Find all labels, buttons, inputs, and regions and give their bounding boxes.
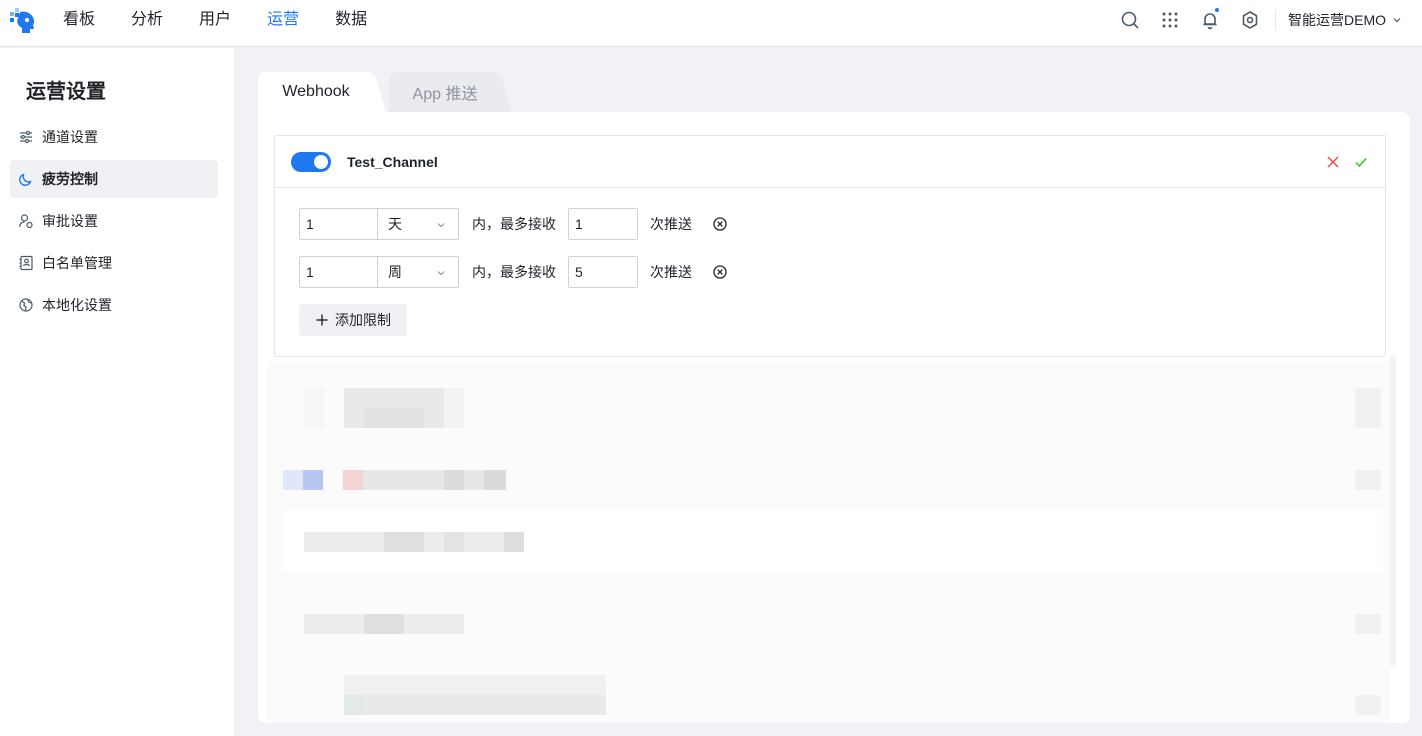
- settings-icon[interactable]: [1230, 0, 1270, 40]
- contact-list-icon: [18, 255, 34, 271]
- channel-card: Test_Channel 天 内，最多接收 次推送: [274, 135, 1386, 357]
- rule-middle-text: 内，最多接收: [472, 216, 556, 232]
- sidebar-item-fatigue-control[interactable]: 疲劳控制: [10, 160, 218, 198]
- confirm-button[interactable]: [1353, 154, 1369, 170]
- sidebar-item-localization[interactable]: 本地化设置: [10, 286, 218, 324]
- user-check-icon: [18, 213, 34, 229]
- count-input[interactable]: [568, 208, 638, 240]
- channel-card-header: Test_Channel: [275, 136, 1385, 188]
- sidebar-item-label: 审批设置: [42, 213, 98, 229]
- nav-operations[interactable]: 运营: [267, 0, 299, 47]
- sidebar-item-label: 通道设置: [42, 129, 98, 145]
- search-icon[interactable]: [1110, 0, 1150, 40]
- sidebar-item-approval-settings[interactable]: 审批设置: [10, 202, 218, 240]
- notification-dot: [1214, 7, 1220, 13]
- period-unit-select[interactable]: 天: [377, 208, 459, 240]
- period-unit-select[interactable]: 周: [377, 256, 459, 288]
- nav-data[interactable]: 数据: [335, 0, 367, 47]
- chevron-down-icon: [437, 271, 445, 276]
- cancel-button[interactable]: [1325, 154, 1341, 170]
- limit-rule: 周 内，最多接收 次推送: [299, 256, 728, 288]
- period-unit-value: 天: [388, 216, 402, 232]
- sidebar-title: 运营设置: [26, 81, 106, 103]
- sidebar-item-label: 本地化设置: [42, 297, 112, 313]
- top-navigation-bar: 看板 分析 用户 运营 数据 智能运营DEMO: [0, 0, 1422, 47]
- moon-icon: [18, 171, 34, 187]
- close-circle-icon: [713, 265, 727, 279]
- globe-icon: [18, 297, 34, 313]
- sliders-icon: [18, 129, 34, 145]
- rule-middle-text: 内，最多接收: [472, 264, 556, 280]
- period-input[interactable]: [299, 208, 377, 240]
- rule-suffix-text: 次推送: [650, 216, 692, 232]
- tab-webhook[interactable]: Webhook: [258, 72, 386, 112]
- chevron-down-icon: [1393, 18, 1401, 23]
- content-panel: Test_Channel 天 内，最多接收 次推送: [258, 112, 1410, 723]
- card-actions: [1313, 154, 1369, 170]
- channel-name: Test_Channel: [347, 153, 438, 170]
- divider: [1275, 10, 1276, 30]
- scrollbar[interactable]: [1390, 355, 1396, 667]
- rule-suffix-text: 次推送: [650, 264, 692, 280]
- tab-app-push[interactable]: App 推送: [389, 72, 511, 112]
- sidebar-item-channel-settings[interactable]: 通道设置: [10, 118, 218, 156]
- top-actions: 智能运营DEMO: [1110, 0, 1422, 40]
- obscured-content: [266, 362, 1390, 723]
- nav-users[interactable]: 用户: [199, 0, 231, 47]
- chevron-down-icon: [437, 223, 445, 228]
- remove-rule-button[interactable]: [712, 264, 728, 280]
- nav-dashboard[interactable]: 看板: [63, 0, 95, 47]
- remove-rule-button[interactable]: [712, 216, 728, 232]
- period-input[interactable]: [299, 256, 377, 288]
- logo-icon[interactable]: [10, 8, 36, 34]
- sidebar: 运营设置 通道设置 疲劳控制 审批设置 白名单管理 本地化设置: [0, 48, 234, 736]
- close-circle-icon: [713, 217, 727, 231]
- nav-analysis[interactable]: 分析: [131, 0, 163, 47]
- user-menu[interactable]: 智能运营DEMO: [1288, 10, 1402, 30]
- sidebar-item-label: 疲劳控制: [42, 171, 98, 187]
- user-menu-label: 智能运营DEMO: [1288, 12, 1386, 28]
- main-nav: 看板 分析 用户 运营 数据: [63, 0, 403, 47]
- close-icon: [1327, 156, 1339, 168]
- count-input[interactable]: [568, 256, 638, 288]
- apps-grid-icon[interactable]: [1150, 0, 1190, 40]
- bell-icon[interactable]: [1190, 0, 1230, 40]
- check-icon: [1355, 158, 1367, 168]
- period-unit-value: 周: [388, 264, 402, 280]
- limit-rule: 天 内，最多接收 次推送: [299, 208, 728, 240]
- channel-enable-toggle[interactable]: [291, 151, 331, 172]
- add-limit-label: 添加限制: [335, 312, 391, 328]
- sidebar-item-whitelist[interactable]: 白名单管理: [10, 244, 218, 282]
- sidebar-item-label: 白名单管理: [42, 255, 112, 271]
- plus-icon: [315, 313, 329, 327]
- add-limit-button[interactable]: 添加限制: [299, 304, 407, 336]
